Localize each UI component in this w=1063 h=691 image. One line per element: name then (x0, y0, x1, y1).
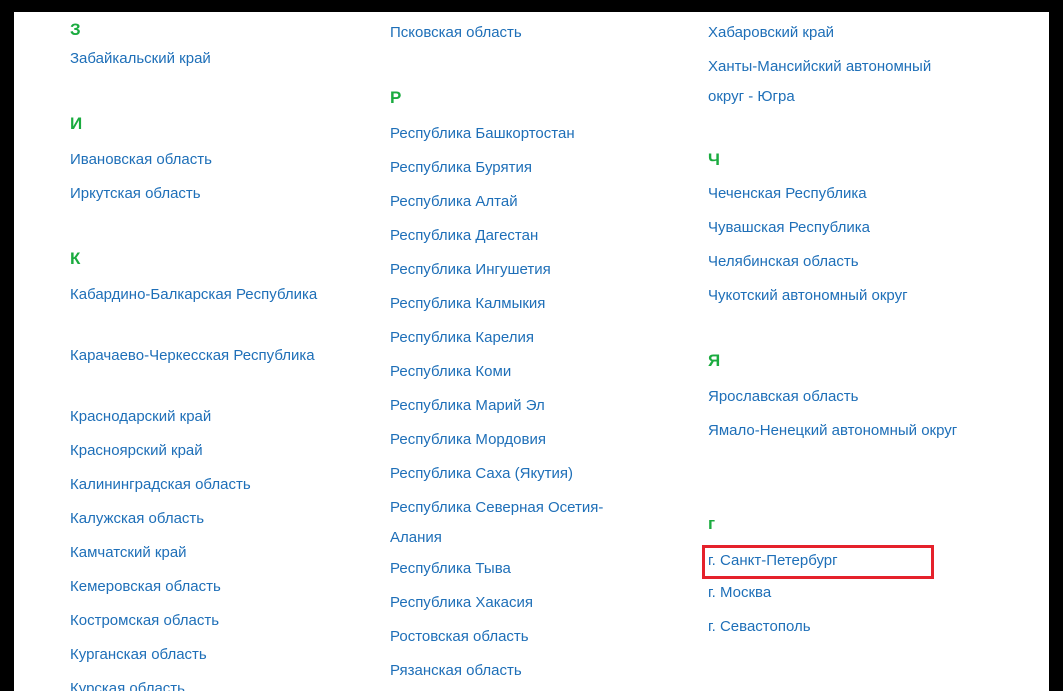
region-link-mordovia[interactable]: Республика Мордовия (390, 425, 546, 455)
region-link-ingushetia[interactable]: Республика Ингушетия (390, 255, 551, 285)
region-link-sakha[interactable]: Республика Саха (Якутия) (390, 459, 573, 489)
region-link-saint-petersburg[interactable]: г. Санкт-Петербург (708, 546, 838, 576)
letter-heading-k: К (70, 249, 81, 268)
region-link-buryatia[interactable]: Республика Бурятия (390, 153, 532, 183)
region-link-sevastopol[interactable]: г. Севастополь (708, 612, 811, 642)
region-link-chuvashia[interactable]: Чувашская Республика (708, 213, 870, 243)
region-link-ryazan[interactable]: Рязанская область (390, 656, 522, 686)
region-link-khakassia[interactable]: Республика Хакасия (390, 588, 533, 618)
region-link-kemerovo[interactable]: Кемеровская область (70, 572, 221, 602)
letter-heading-ch: Ч (708, 150, 720, 169)
region-link-kursk[interactable]: Курская область (70, 674, 185, 691)
region-link-kaluga[interactable]: Калужская область (70, 504, 204, 534)
region-link-khabarovsk[interactable]: Хабаровский край (708, 18, 834, 48)
letter-heading-r: Р (390, 88, 402, 107)
letter-heading-ya: Я (708, 351, 721, 370)
region-link-north-ossetia[interactable]: Республика Северная Осетия-Алания (390, 493, 650, 553)
region-link-yamalo-nenets[interactable]: Ямало-Ненецкий автономный округ (708, 416, 968, 446)
region-link-krasnoyarsk[interactable]: Красноярский край (70, 436, 203, 466)
region-link-khmao-yugra[interactable]: Ханты-Мансийский автономный округ - Югра (708, 52, 948, 112)
region-link-karelia[interactable]: Республика Карелия (390, 323, 534, 353)
region-link-krasnodar[interactable]: Краснодарский край (70, 402, 211, 432)
region-link-altai[interactable]: Республика Алтай (390, 187, 518, 217)
regions-page: З Забайкальский край И Ивановская област… (14, 12, 1049, 691)
region-link-komi[interactable]: Республика Коми (390, 357, 511, 387)
region-link-kostroma[interactable]: Костромская область (70, 606, 219, 636)
region-link-tyva[interactable]: Республика Тыва (390, 554, 511, 584)
region-link-chechnya[interactable]: Чеченская Республика (708, 179, 867, 209)
letter-heading-i: И (70, 114, 83, 133)
region-link-ivanovo[interactable]: Ивановская область (70, 145, 212, 175)
region-link-irkutsk[interactable]: Иркутская область (70, 179, 201, 209)
region-link-dagestan[interactable]: Республика Дагестан (390, 221, 538, 251)
region-link-kamchatka[interactable]: Камчатский край (70, 538, 187, 568)
region-link-kurgan[interactable]: Курганская область (70, 640, 207, 670)
region-link-bashkortostan[interactable]: Республика Башкортостан (390, 119, 575, 149)
letter-heading-z: З (70, 20, 81, 39)
region-link-moscow[interactable]: г. Москва (708, 578, 771, 608)
region-link-kabardino-balkaria[interactable]: Кабардино-Балкарская Республика (70, 280, 330, 310)
region-link-chukotka[interactable]: Чукотский автономный округ (708, 281, 908, 311)
region-link-kaliningrad[interactable]: Калининградская область (70, 470, 251, 500)
region-link-kalmykia[interactable]: Республика Калмыкия (390, 289, 545, 319)
region-link-yaroslavl[interactable]: Ярославская область (708, 382, 858, 412)
region-link-chelyabinsk[interactable]: Челябинская область (708, 247, 859, 277)
region-link-pskov[interactable]: Псковская область (390, 18, 522, 48)
region-link-karachay-cherkessia[interactable]: Карачаево-Черкесская Республика (70, 341, 330, 371)
region-link-rostov[interactable]: Ростовская область (390, 622, 529, 652)
region-link-mari-el[interactable]: Республика Марий Эл (390, 391, 545, 421)
letter-heading-g: г (708, 514, 716, 533)
region-link-zabaikalsky[interactable]: Забайкальский край (70, 44, 211, 74)
